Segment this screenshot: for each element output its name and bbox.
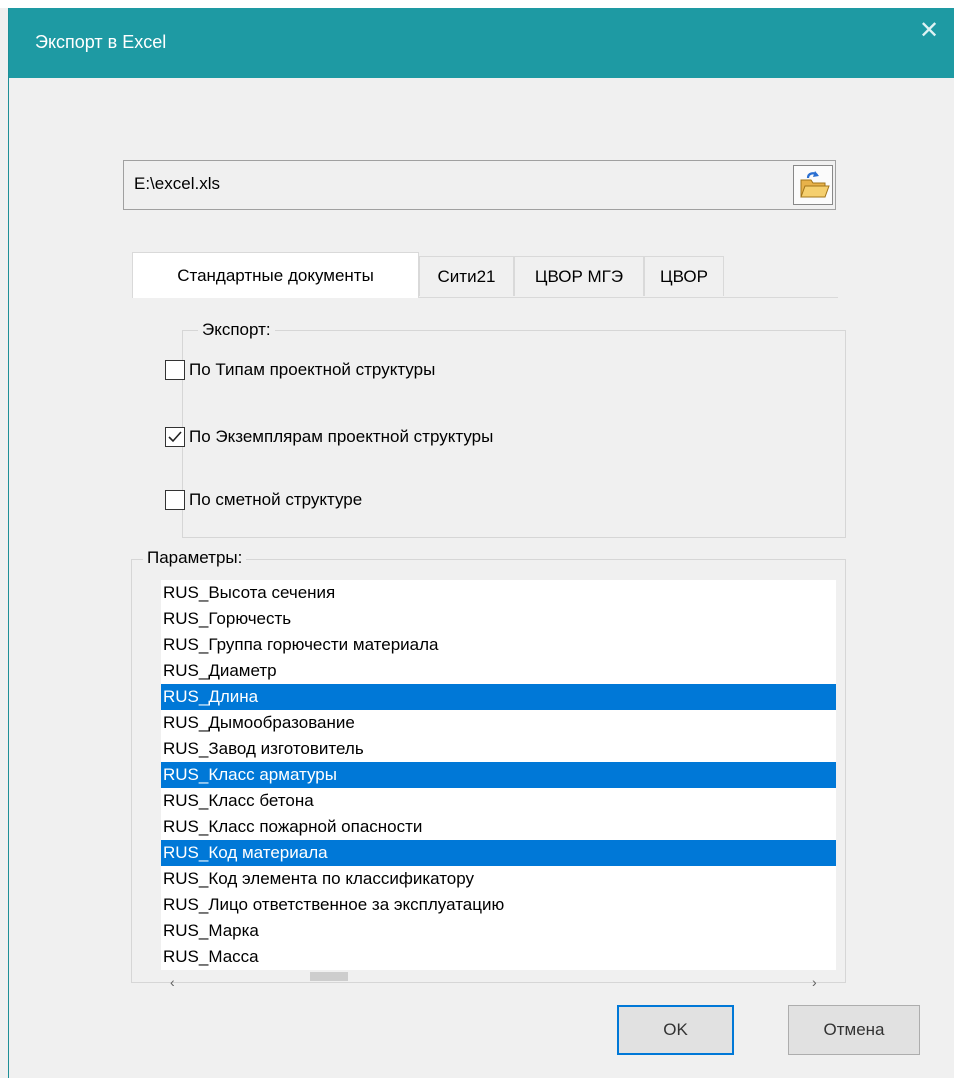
cancel-button[interactable]: Отмена	[788, 1005, 920, 1055]
close-icon: ✕	[918, 17, 940, 44]
option-label: По Экземплярам проектной структуры	[189, 427, 494, 446]
horizontal-scrollbar-thumb[interactable]	[310, 972, 348, 981]
tab-label: Стандартные документы	[177, 266, 374, 285]
file-path-text: E:\excel.xls	[134, 174, 220, 193]
list-item[interactable]: RUS_Класс бетона	[161, 788, 836, 814]
list-item[interactable]: RUS_Класс пожарной опасности	[161, 814, 836, 840]
checkbox-by-types[interactable]	[165, 360, 185, 380]
checkmark-icon	[168, 431, 182, 443]
tab-label: Сити21	[437, 267, 496, 286]
list-item[interactable]: RUS_Лицо ответственное за эксплуатацию	[161, 892, 836, 918]
checkbox-by-estimate[interactable]	[165, 490, 185, 510]
list-item[interactable]: RUS_Высота сечения	[161, 580, 836, 606]
window-title: Экспорт в Excel	[35, 32, 167, 52]
file-path-field[interactable]: E:\excel.xls	[123, 160, 836, 210]
export-group-label: Экспорт:	[198, 320, 275, 340]
list-item[interactable]: RUS_Класс арматуры	[161, 762, 836, 788]
option-label: По Типам проектной структуры	[189, 360, 436, 379]
ok-button[interactable]: OK	[617, 1005, 734, 1055]
tab-label: ЦВОР	[660, 267, 708, 286]
browse-button[interactable]	[793, 165, 833, 205]
folder-open-icon	[800, 171, 830, 198]
params-group-label: Параметры:	[143, 548, 247, 568]
list-item[interactable]: RUS_Группа горючести материала	[161, 632, 836, 658]
tab-tsvor[interactable]: ЦВОР	[644, 256, 724, 296]
option-by-types[interactable]: По Типам проектной структуры	[165, 357, 435, 383]
params-list[interactable]: RUS_Высота сечения RUS_Горючесть RUS_Гру…	[161, 580, 836, 970]
list-item[interactable]: RUS_Завод изготовитель	[161, 736, 836, 762]
list-item[interactable]: RUS_Код элемента по классификатору	[161, 866, 836, 892]
option-label: По сметной структуре	[189, 490, 363, 509]
list-item[interactable]: RUS_Диаметр	[161, 658, 836, 684]
tab-standard-documents[interactable]: Стандартные документы	[132, 252, 419, 298]
list-item[interactable]: RUS_Марка	[161, 918, 836, 944]
scroll-left-arrow-icon[interactable]: ‹	[170, 974, 175, 990]
tab-tsvor-mge[interactable]: ЦВОР МГЭ	[514, 256, 644, 296]
scroll-right-arrow-icon[interactable]: ›	[812, 974, 817, 990]
top-strip	[0, 0, 954, 8]
list-item[interactable]: RUS_Горючесть	[161, 606, 836, 632]
tab-label: ЦВОР МГЭ	[534, 267, 624, 286]
title-bar[interactable]: Экспорт в Excel ✕	[9, 8, 954, 78]
list-item[interactable]: RUS_Дымообразование	[161, 710, 836, 736]
list-item[interactable]: RUS_Масса	[161, 944, 836, 970]
close-button[interactable]: ✕	[914, 16, 944, 46]
option-by-estimate[interactable]: По сметной структуре	[165, 487, 362, 513]
checkbox-by-instances[interactable]	[165, 427, 185, 447]
list-item[interactable]: RUS_Код материала	[161, 840, 836, 866]
list-item[interactable]: RUS_Длина	[161, 684, 836, 710]
tab-city21[interactable]: Сити21	[419, 256, 514, 296]
option-by-instances[interactable]: По Экземплярам проектной структуры	[165, 424, 493, 450]
